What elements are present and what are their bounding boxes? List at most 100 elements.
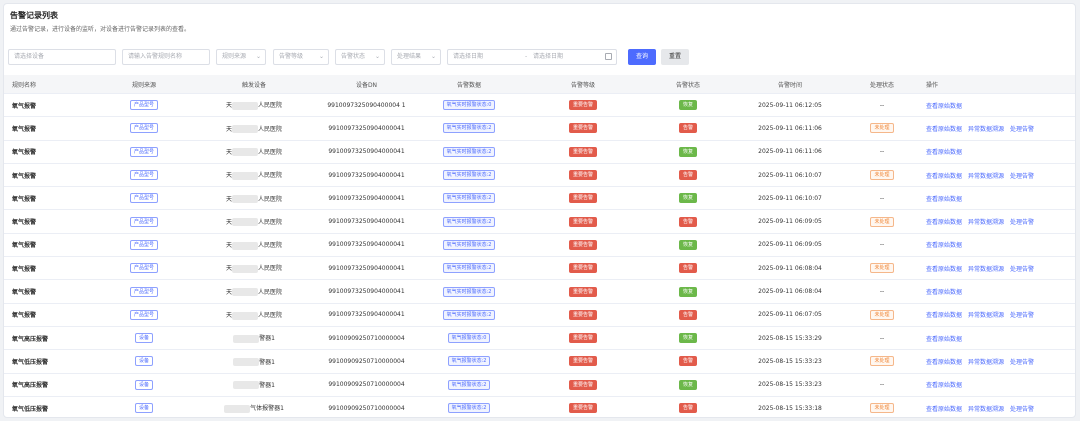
alarm-status-cell: 告警: [642, 209, 734, 234]
abnormal-source-link[interactable]: 异常数据溯源: [968, 173, 1004, 180]
trigger-device-cell: 天人民医院: [189, 163, 319, 188]
handle-status-text: --: [879, 241, 885, 249]
device-select[interactable]: 请选择设备: [8, 49, 116, 65]
alarm-status-badge: 恢复: [678, 239, 697, 250]
redacted-block: [224, 404, 251, 413]
view-raw-data-link[interactable]: 查看原始数据: [926, 289, 962, 296]
rule-name-input[interactable]: 请输入告警规则名称: [122, 49, 210, 65]
rule-name-cell: 氧气报警: [4, 163, 99, 188]
handle-status-cell: 未处理: [846, 116, 918, 141]
view-raw-data-link[interactable]: 查看原始数据: [926, 149, 962, 156]
rule-name-cell: 氧气报警: [4, 209, 99, 234]
alarm-status-cell: 告警: [642, 349, 734, 374]
alarm-data-tag: 氧气实时报警状态:2: [442, 309, 496, 320]
alarm-data-cell: 氧气实时报警状态:2: [414, 186, 524, 211]
handle-alarm-link[interactable]: 处理告警: [1010, 126, 1034, 133]
rule-source-cell: 产品型号: [99, 256, 189, 281]
device-name-suffix: 人民医院: [258, 102, 283, 110]
handle-alarm-link[interactable]: 处理告警: [1010, 312, 1034, 319]
table-body: 氧气报警 产品型号 天人民医院 9910097325090400004 1 氧气…: [4, 93, 1075, 417]
handle-alarm-link[interactable]: 处理告警: [1010, 359, 1034, 366]
alarm-data-cell: 氧气报警状态:2: [414, 349, 524, 374]
alarm-status-cell: 恢复: [642, 373, 734, 397]
rule-source-select[interactable]: 规则来源 ⌄: [216, 49, 266, 65]
abnormal-source-link[interactable]: 异常数据溯源: [968, 312, 1004, 319]
alarm-level-select[interactable]: 告警等级 ⌄: [273, 49, 329, 65]
operations-cell: 查看原始数据: [918, 373, 1075, 397]
col-header: 处理状态: [846, 75, 918, 94]
alarm-status-select[interactable]: 告警状态 ⌄: [335, 49, 385, 65]
handle-alarm-link[interactable]: 处理告警: [1010, 219, 1034, 226]
handle-alarm-link[interactable]: 处理告警: [1010, 266, 1034, 273]
view-raw-data-link[interactable]: 查看原始数据: [926, 173, 962, 180]
view-raw-data-link[interactable]: 查看原始数据: [926, 336, 962, 343]
abnormal-source-link[interactable]: 异常数据溯源: [968, 266, 1004, 273]
view-raw-data-link[interactable]: 查看原始数据: [926, 126, 962, 133]
device-name-suffix: 人民医院: [258, 218, 283, 226]
alarm-status-cell: 恢复: [642, 326, 734, 351]
alarm-level-badge: 重要告警: [568, 123, 597, 134]
view-raw-data-link[interactable]: 查看原始数据: [926, 242, 962, 249]
alarm-status-cell: 恢复: [642, 186, 734, 211]
chevron-down-icon: ⌄: [430, 53, 436, 60]
alarm-data-tag: 氧气实时报警状态:2: [442, 239, 496, 250]
query-button[interactable]: 查询: [628, 49, 656, 65]
handle-status-cell: --: [846, 233, 918, 258]
alarm-status-badge: 恢复: [678, 333, 697, 344]
alarm-status-badge: 恢复: [678, 379, 697, 390]
handle-alarm-link[interactable]: 处理告警: [1010, 173, 1034, 180]
device-name-suffix: 人民医院: [258, 195, 283, 203]
alarm-level-badge: 重要告警: [568, 356, 597, 367]
table-row: 氧气报警 产品型号 天人民医院 9910097325090400004 1 氧气…: [4, 93, 1075, 118]
alarm-level-cell: 重要告警: [524, 303, 642, 327]
alarm-status-badge: 恢复: [678, 193, 697, 204]
alarm-level-badge: 重要告警: [568, 239, 597, 250]
trigger-device-cell: 天人民医院: [189, 209, 319, 234]
alarm-time-cell: 2025-08-15 15:33:18: [734, 396, 846, 417]
device-dn-cell: 99100909250710000004: [319, 396, 414, 417]
alarm-status-badge: 告警: [678, 216, 697, 227]
col-header: 告警时间: [734, 75, 846, 94]
device-name-suffix: 人民医院: [258, 125, 283, 133]
view-raw-data-link[interactable]: 查看原始数据: [926, 103, 962, 110]
handle-status-badge: 未处理: [870, 170, 894, 181]
handle-alarm-link[interactable]: 处理告警: [1010, 406, 1034, 413]
handle-status-badge: 未处理: [870, 309, 894, 320]
rule-source-cell: 设备: [99, 396, 189, 417]
abnormal-source-link[interactable]: 异常数据溯源: [968, 126, 1004, 133]
alarm-level-cell: 重要告警: [524, 209, 642, 234]
view-raw-data-link[interactable]: 查看原始数据: [926, 359, 962, 366]
view-raw-data-link[interactable]: 查看原始数据: [926, 382, 962, 389]
alarm-time-cell: 2025-09-11 06:07:05: [734, 303, 846, 327]
abnormal-source-link[interactable]: 异常数据溯源: [968, 406, 1004, 413]
alarm-level-badge: 重要告警: [568, 379, 597, 390]
handle-status-text: --: [879, 194, 885, 202]
operations-cell: 查看原始数据: [918, 326, 1075, 351]
view-raw-data-link[interactable]: 查看原始数据: [926, 312, 962, 319]
alarm-status-badge: 告警: [678, 403, 697, 413]
alarm-level-cell: 重要告警: [524, 116, 642, 141]
handle-status-cell: --: [846, 140, 918, 164]
date-range-picker[interactable]: 请选择日期 - 请选择日期: [447, 49, 617, 65]
handle-status-cell: 未处理: [846, 349, 918, 374]
alarm-status-cell: 恢复: [642, 279, 734, 304]
alarm-status-badge: 恢复: [678, 100, 697, 111]
redacted-block: [232, 288, 258, 297]
chevron-down-icon: ⌄: [318, 53, 324, 60]
alarm-level-badge: 重要告警: [568, 170, 597, 181]
abnormal-source-link[interactable]: 异常数据溯源: [968, 219, 1004, 226]
view-raw-data-link[interactable]: 查看原始数据: [926, 406, 962, 413]
view-raw-data-link[interactable]: 查看原始数据: [926, 219, 962, 226]
handle-result-select[interactable]: 处理结果 ⌄: [391, 49, 441, 65]
end-date-placeholder: 请选择日期: [533, 53, 564, 60]
trigger-device-cell: 天人民医院: [189, 116, 319, 141]
col-header: 设备DN: [319, 75, 414, 94]
reset-button[interactable]: 重置: [661, 49, 689, 65]
redacted-block: [232, 125, 258, 134]
abnormal-source-link[interactable]: 异常数据溯源: [968, 359, 1004, 366]
chevron-down-icon: ⌄: [255, 53, 261, 60]
alarm-level-cell: 重要告警: [524, 186, 642, 211]
handle-status-cell: 未处理: [846, 256, 918, 281]
view-raw-data-link[interactable]: 查看原始数据: [926, 196, 962, 203]
view-raw-data-link[interactable]: 查看原始数据: [926, 266, 962, 273]
